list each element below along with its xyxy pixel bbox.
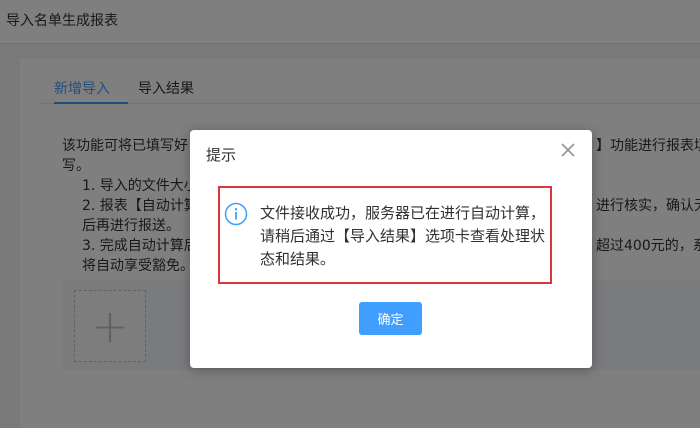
dialog-title: 提示	[206, 146, 237, 164]
info-icon	[224, 202, 248, 226]
confirm-button[interactable]: 确定	[359, 302, 422, 335]
prompt-dialog: 提示 文件接收成功，服务器已在进行自动计算，请稍后通过【导入结果】选项卡查看处理…	[190, 130, 592, 368]
dialog-message: 文件接收成功，服务器已在进行自动计算，请稍后通过【导入结果】选项卡查看处理状态和…	[260, 204, 546, 268]
message-highlight-box: 文件接收成功，服务器已在进行自动计算，请稍后通过【导入结果】选项卡查看处理状态和…	[218, 186, 552, 284]
close-icon[interactable]	[558, 140, 578, 160]
